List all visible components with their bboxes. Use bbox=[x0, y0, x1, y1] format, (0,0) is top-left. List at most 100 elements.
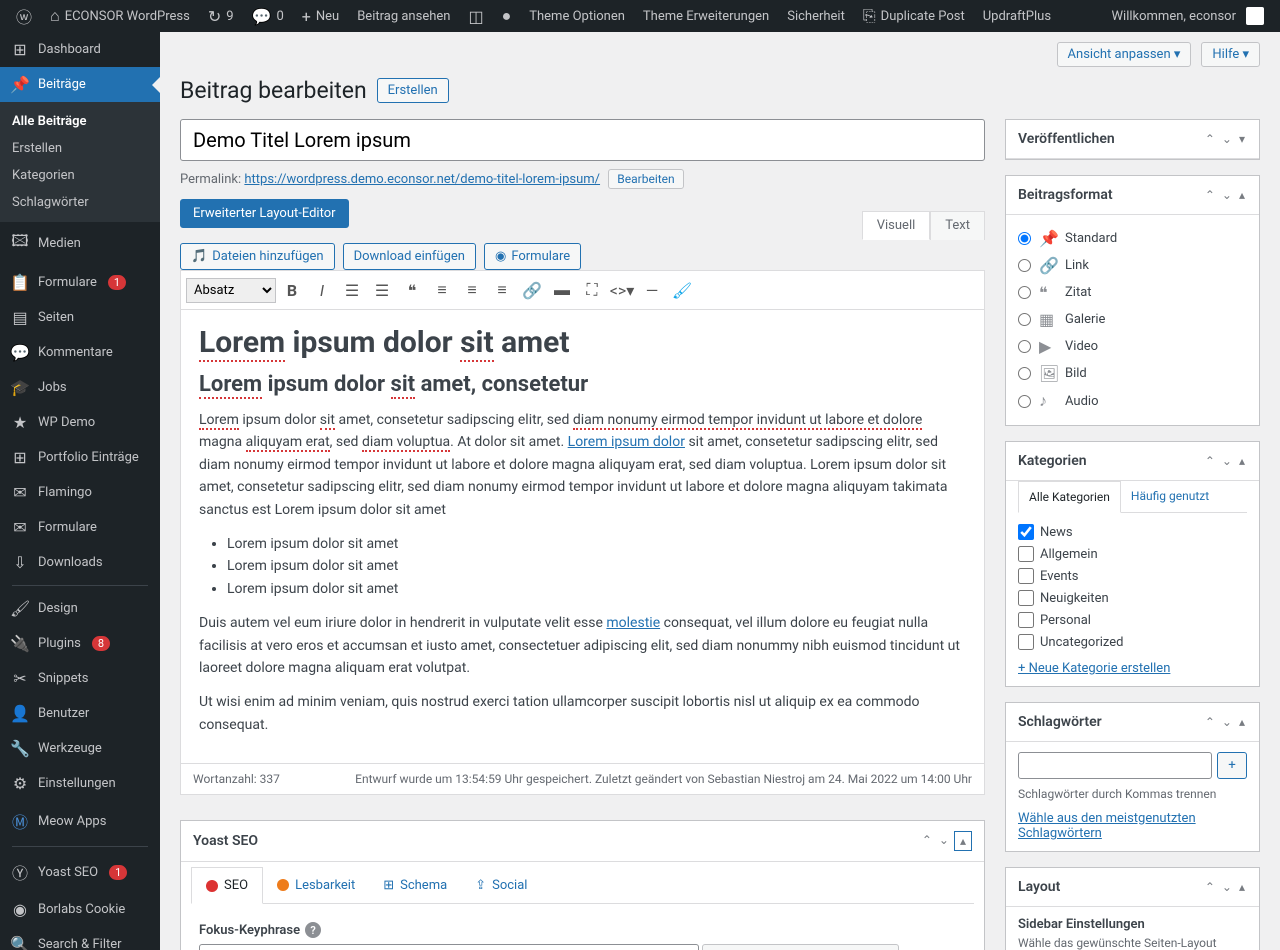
menu-flamingo[interactable]: ✉Flamingo bbox=[0, 475, 160, 510]
menu-plugins[interactable]: 🔌Plugins8 bbox=[0, 626, 160, 661]
add-category-link[interactable]: + Neue Kategorie erstellen bbox=[1018, 661, 1170, 676]
layout-editor-btn[interactable]: Erweiterter Layout-Editor bbox=[180, 199, 349, 228]
align-left-btn[interactable]: ≡ bbox=[428, 276, 456, 304]
editor-body[interactable]: Lorem ipsum dolor sit amet Lorem ipsum d… bbox=[181, 310, 984, 763]
add-media-btn[interactable]: 🎵Dateien hinzufügen bbox=[180, 243, 335, 270]
submenu-categories[interactable]: Kategorien bbox=[0, 162, 160, 189]
cat-tab-all[interactable]: Alle Kategorien bbox=[1018, 481, 1121, 513]
ul-btn[interactable]: ☰ bbox=[338, 276, 366, 304]
menu-comments[interactable]: 💬Kommentare bbox=[0, 335, 160, 370]
align-center-btn[interactable]: ≡ bbox=[458, 276, 486, 304]
cat-neuigkeiten[interactable]: Neuigkeiten bbox=[1018, 587, 1247, 609]
pub-down[interactable]: ⌄ bbox=[1220, 130, 1234, 148]
theme-ext-link[interactable]: Theme Erweiterungen bbox=[635, 0, 777, 32]
cat-down[interactable]: ⌄ bbox=[1220, 452, 1234, 470]
cat-allgemein[interactable]: Allgemein bbox=[1018, 543, 1247, 565]
code-btn[interactable]: <>▾ bbox=[608, 276, 636, 304]
format-video[interactable]: ▶Video bbox=[1018, 333, 1247, 360]
theme-icon2[interactable]: ● bbox=[494, 0, 520, 32]
menu-snippets[interactable]: ✂Snippets bbox=[0, 661, 160, 696]
submenu-tags[interactable]: Schlagwörter bbox=[0, 189, 160, 216]
duplicate-link[interactable]: ⎘Duplicate Post bbox=[855, 0, 973, 32]
content-link2[interactable]: molestie bbox=[606, 615, 660, 631]
updates-link[interactable]: ↻9 bbox=[200, 0, 242, 32]
fullscreen-btn[interactable]: ⛶ bbox=[578, 276, 606, 304]
menu-downloads[interactable]: ⇩Downloads bbox=[0, 545, 160, 580]
pub-up[interactable]: ⌃ bbox=[1203, 130, 1217, 148]
tags-popular-link[interactable]: Wähle aus den meistgenutzten Schlagwörte… bbox=[1018, 811, 1247, 841]
permalink-url[interactable]: https://wordpress.demo.econsor.net/demo-… bbox=[244, 172, 600, 187]
italic-btn[interactable]: I bbox=[308, 276, 336, 304]
cat-events[interactable]: Events bbox=[1018, 565, 1247, 587]
content-link1[interactable]: Lorem ipsum dolor bbox=[568, 434, 685, 450]
comments-link[interactable]: 💬0 bbox=[244, 0, 292, 32]
menu-media[interactable]: 🖾Medien bbox=[0, 222, 160, 265]
theme-options-link[interactable]: Theme Optionen bbox=[521, 0, 633, 32]
bold-btn[interactable]: B bbox=[278, 276, 306, 304]
similar-keyphrases-btn[interactable]: Ähnliche Keyphrasen erhalten bbox=[702, 944, 899, 950]
cat-uncategorized[interactable]: Uncategorized bbox=[1018, 631, 1247, 653]
lay-down[interactable]: ⌄ bbox=[1220, 878, 1234, 896]
menu-tools[interactable]: 🔧Werkzeuge bbox=[0, 731, 160, 766]
yoast-toggle[interactable]: ▴ bbox=[954, 831, 972, 851]
more-btn[interactable]: ▬ bbox=[548, 276, 576, 304]
updraft-link[interactable]: UpdraftPlus bbox=[975, 0, 1059, 32]
menu-settings[interactable]: ⚙Einstellungen bbox=[0, 766, 160, 801]
cat-toggle[interactable]: ▴ bbox=[1237, 452, 1247, 470]
format-audio[interactable]: ♪Audio bbox=[1018, 387, 1247, 415]
welcome-link[interactable]: Willkommen, econsor bbox=[1104, 0, 1273, 32]
yoast-tab-schema[interactable]: ⊞Schema bbox=[369, 867, 461, 903]
menu-jobs[interactable]: 🎓Jobs bbox=[0, 370, 160, 405]
security-link[interactable]: Sicherheit bbox=[779, 0, 853, 32]
clear-btn[interactable]: 🖌 bbox=[668, 276, 696, 304]
menu-wpdemo[interactable]: ★WP Demo bbox=[0, 405, 160, 440]
permalink-edit-btn[interactable]: Bearbeiten bbox=[608, 169, 683, 189]
create-new-btn[interactable]: Erstellen bbox=[377, 78, 449, 103]
menu-forms[interactable]: 📋Formulare1 bbox=[0, 265, 160, 300]
lay-up[interactable]: ⌃ bbox=[1203, 878, 1217, 896]
tab-visual[interactable]: Visuell bbox=[862, 211, 931, 240]
add-forms-btn[interactable]: ◉Formulare bbox=[484, 243, 581, 270]
menu-design[interactable]: 🖌Design bbox=[0, 591, 160, 626]
keyphrase-input[interactable] bbox=[199, 944, 699, 950]
cat-personal[interactable]: Personal bbox=[1018, 609, 1247, 631]
view-post-link[interactable]: Beitrag ansehen bbox=[349, 0, 458, 32]
format-standard[interactable]: 📌Standard bbox=[1018, 225, 1247, 252]
menu-pages[interactable]: ▤Seiten bbox=[0, 300, 160, 335]
tags-add-btn[interactable]: + bbox=[1217, 752, 1247, 779]
wp-logo[interactable]: ⓦ bbox=[8, 0, 40, 32]
theme-icon1[interactable]: ◫ bbox=[460, 0, 491, 32]
menu-dashboard[interactable]: ⊞Dashboard bbox=[0, 32, 160, 67]
new-link[interactable]: +Neu bbox=[294, 0, 347, 32]
menu-posts[interactable]: 📌Beiträge bbox=[0, 67, 160, 102]
cat-tab-freq[interactable]: Häufig genutzt bbox=[1121, 481, 1219, 512]
submenu-create[interactable]: Erstellen bbox=[0, 135, 160, 162]
ol-btn[interactable]: ☰ bbox=[368, 276, 396, 304]
yoast-tab-readability[interactable]: Lesbarkeit bbox=[263, 867, 369, 903]
help-btn[interactable]: Hilfe ▾ bbox=[1201, 42, 1260, 67]
tag-up[interactable]: ⌃ bbox=[1203, 713, 1217, 731]
tag-down[interactable]: ⌄ bbox=[1220, 713, 1234, 731]
cat-news[interactable]: News bbox=[1018, 521, 1247, 543]
tab-text[interactable]: Text bbox=[930, 211, 985, 240]
post-title-input[interactable] bbox=[180, 119, 985, 161]
quote-btn[interactable]: ❝ bbox=[398, 276, 426, 304]
yoast-up[interactable]: ⌃ bbox=[920, 831, 934, 851]
yoast-down[interactable]: ⌄ bbox=[937, 831, 951, 851]
format-gallery[interactable]: ▦Galerie bbox=[1018, 306, 1247, 333]
add-download-btn[interactable]: Download einfügen bbox=[343, 243, 476, 270]
link-btn[interactable]: 🔗 bbox=[518, 276, 546, 304]
pub-toggle[interactable]: ▾ bbox=[1237, 130, 1247, 148]
fmt-up[interactable]: ⌃ bbox=[1203, 186, 1217, 204]
align-right-btn[interactable]: ≡ bbox=[488, 276, 516, 304]
format-image[interactable]: 🖼Bild bbox=[1018, 360, 1247, 387]
fmt-down[interactable]: ⌄ bbox=[1220, 186, 1234, 204]
format-link[interactable]: 🔗Link bbox=[1018, 252, 1247, 279]
hr-btn[interactable]: — bbox=[638, 276, 666, 304]
format-quote[interactable]: ❝Zitat bbox=[1018, 279, 1247, 306]
tag-toggle[interactable]: ▴ bbox=[1237, 713, 1247, 731]
menu-borlabs[interactable]: ◉Borlabs Cookie bbox=[0, 892, 160, 927]
menu-yoast[interactable]: ⓎYoast SEO1 bbox=[0, 852, 160, 892]
format-select[interactable]: Absatz bbox=[186, 278, 276, 303]
submenu-all-posts[interactable]: Alle Beiträge bbox=[0, 108, 160, 135]
